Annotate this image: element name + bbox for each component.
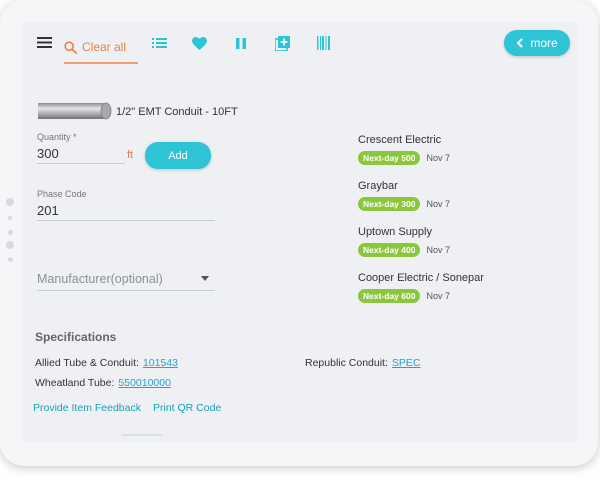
clear-all-button[interactable]: Clear all xyxy=(64,32,138,64)
tablet-frame: Clear all more 1/2" EMT Conduit - 10FT Q… xyxy=(0,0,598,466)
supplier-item[interactable]: Crescent Electric Next-day 500 Nov 7 xyxy=(358,134,558,165)
faded-text xyxy=(122,434,162,436)
spec-label: Wheatland Tube: xyxy=(35,377,115,389)
quantity-unit: ft xyxy=(127,149,134,161)
availability-badge: Next-day 400 xyxy=(358,243,421,257)
supplier-name: Graybar xyxy=(358,180,398,192)
product-name: 1/2" EMT Conduit - 10FT xyxy=(116,106,238,118)
spec-item: Wheatland Tube: 550010000 xyxy=(35,377,171,389)
print-qr-code-link[interactable]: Print QR Code xyxy=(153,402,221,414)
toolbar: Clear all more xyxy=(22,22,578,66)
clear-all-label: Clear all xyxy=(82,40,127,54)
availability-badge: Next-day 600 xyxy=(358,289,421,303)
pause-icon[interactable] xyxy=(236,38,246,49)
availability-badge: Next-day 500 xyxy=(358,151,421,165)
more-label: more xyxy=(530,36,558,50)
supplier-name: Cooper Electric / Sonepar xyxy=(358,272,484,284)
side-button xyxy=(8,230,13,235)
spec-label: Republic Conduit: xyxy=(305,357,388,369)
delivery-date: Nov 7 xyxy=(426,199,450,209)
phase-code-label: Phase Code xyxy=(37,189,87,199)
supplier-name: Crescent Electric xyxy=(358,134,442,146)
spec-item: Allied Tube & Conduit: 101543 xyxy=(35,357,178,369)
search-icon xyxy=(64,40,77,54)
side-button xyxy=(8,216,12,220)
supplier-name: Uptown Supply xyxy=(358,226,432,238)
spec-label: Allied Tube & Conduit: xyxy=(35,357,139,369)
phase-code-input[interactable]: 201 xyxy=(37,203,207,218)
add-to-list-icon[interactable] xyxy=(275,36,290,51)
supplier-item[interactable]: Graybar Next-day 300 Nov 7 xyxy=(358,180,558,211)
more-button[interactable]: more xyxy=(504,30,570,56)
quantity-underline xyxy=(37,163,125,164)
favorite-heart-icon[interactable] xyxy=(192,37,207,50)
side-button xyxy=(8,257,13,262)
specifications-heading: Specifications xyxy=(35,330,117,344)
phase-code-underline xyxy=(37,220,215,221)
spec-item: Republic Conduit: SPEC xyxy=(305,357,420,369)
manufacturer-underline xyxy=(37,290,215,291)
quantity-label: Quantity * xyxy=(37,132,77,142)
provide-feedback-link[interactable]: Provide Item Feedback xyxy=(33,402,141,414)
conduit-pipe-image xyxy=(38,102,112,120)
add-button[interactable]: Add xyxy=(145,142,211,169)
delivery-date: Nov 7 xyxy=(426,291,450,301)
supplier-item[interactable]: Cooper Electric / Sonepar Next-day 600 N… xyxy=(358,272,558,303)
spec-link[interactable]: SPEC xyxy=(392,357,421,369)
delivery-date: Nov 7 xyxy=(426,153,450,163)
side-button xyxy=(6,198,14,206)
side-button xyxy=(6,241,14,249)
app-screen: Clear all more 1/2" EMT Conduit - 10FT Q… xyxy=(22,22,578,442)
supplier-item[interactable]: Uptown Supply Next-day 400 Nov 7 xyxy=(358,226,558,257)
quantity-input[interactable]: 300 xyxy=(37,146,122,161)
chevron-down-icon[interactable] xyxy=(201,276,209,281)
list-icon[interactable] xyxy=(152,38,167,48)
availability-badge: Next-day 300 xyxy=(358,197,421,211)
barcode-icon[interactable] xyxy=(317,36,330,50)
chevron-left-icon xyxy=(516,38,524,48)
manufacturer-select[interactable]: Manufacturer(optional) xyxy=(37,272,163,286)
spec-link[interactable]: 101543 xyxy=(143,357,178,369)
delivery-date: Nov 7 xyxy=(426,245,450,255)
spec-link[interactable]: 550010000 xyxy=(118,377,171,389)
hamburger-menu-icon[interactable] xyxy=(37,37,52,48)
